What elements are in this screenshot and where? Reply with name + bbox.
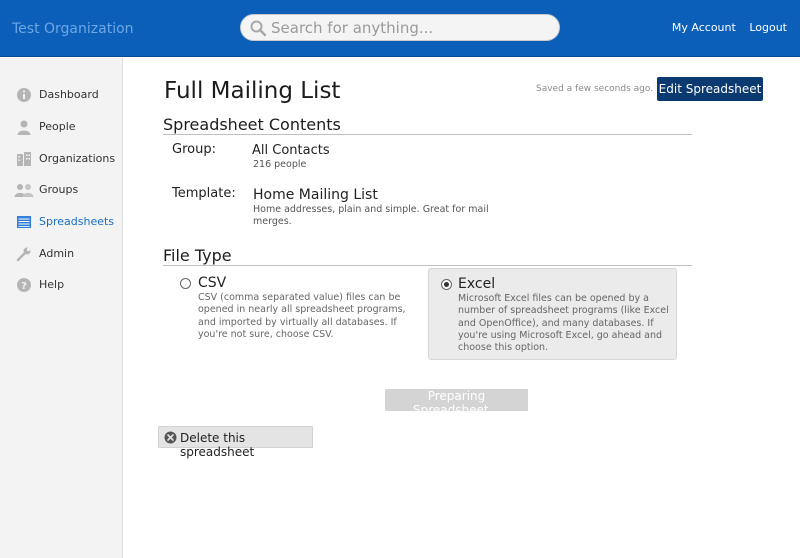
group-value: All Contacts — [252, 143, 330, 158]
logout-link[interactable]: Logout — [749, 21, 787, 34]
sidebar-item-label: Admin — [39, 247, 75, 260]
search-box[interactable] — [240, 14, 560, 41]
excel-option-description: Microsoft Excel files can be opened by a… — [458, 293, 669, 354]
sidebar-item-label: People — [39, 120, 76, 133]
delete-button-label: Delete this spreadsheet — [180, 431, 255, 459]
sidebar: Dashboard People Organizations Groups Sp… — [0, 58, 123, 558]
my-account-link[interactable]: My Account — [672, 21, 736, 34]
delete-icon — [164, 431, 177, 444]
sidebar-item-groups[interactable]: Groups — [0, 178, 123, 204]
info-icon — [17, 88, 31, 102]
sidebar-item-label: Groups — [39, 183, 79, 196]
sidebar-item-label: Organizations — [39, 152, 116, 165]
excel-option-title: Excel — [458, 276, 496, 292]
svg-text:?: ? — [21, 281, 27, 292]
template-value: Home Mailing List — [253, 187, 378, 203]
saved-status: Saved a few seconds ago. — [536, 84, 654, 94]
organization-name[interactable]: Test Organization — [12, 21, 134, 37]
excel-radio[interactable] — [441, 279, 452, 290]
csv-radio[interactable] — [180, 278, 191, 289]
sidebar-item-organizations[interactable]: Organizations — [0, 147, 123, 173]
sidebar-item-help[interactable]: ? Help — [0, 273, 123, 299]
sidebar-item-people[interactable]: People — [0, 115, 123, 141]
search-icon — [250, 20, 267, 37]
sidebar-item-label: Help — [39, 278, 65, 291]
sidebar-item-label: Spreadsheets — [39, 215, 115, 228]
preparing-spreadsheet-button[interactable]: Preparing Spreadsheet... — [385, 389, 528, 417]
csv-option-description: CSV (comma separated value) files can be… — [198, 292, 406, 340]
edit-spreadsheet-button[interactable]: Edit Spreadsheet — [657, 77, 763, 101]
account-links: My Account Logout — [662, 21, 787, 34]
group-label: Group: — [172, 142, 216, 157]
sidebar-item-admin[interactable]: Admin — [0, 242, 123, 268]
wrench-icon — [16, 247, 31, 262]
template-description: Home addresses, plain and simple. Great … — [253, 204, 489, 227]
sidebar-item-dashboard[interactable]: Dashboard — [0, 83, 123, 109]
delete-spreadsheet-button[interactable]: Delete this spreadsheet — [158, 426, 313, 459]
group-icon — [14, 184, 34, 197]
building-icon — [17, 152, 31, 166]
person-icon — [17, 120, 31, 135]
excel-option[interactable]: Excel Microsoft Excel files can be opene… — [428, 268, 677, 360]
spreadsheet-contents-heading: Spreadsheet Contents — [163, 115, 341, 134]
page-title: Full Mailing List — [164, 78, 341, 104]
search-input[interactable] — [271, 17, 551, 38]
file-type-heading: File Type — [163, 246, 232, 265]
help-icon: ? — [17, 278, 31, 292]
divider — [163, 265, 692, 266]
csv-option-title: CSV — [198, 275, 227, 291]
template-label: Template: — [172, 186, 236, 201]
group-count: 216 people — [253, 159, 307, 170]
divider — [163, 134, 692, 135]
sidebar-item-label: Dashboard — [39, 88, 99, 101]
top-bar: Test Organization My Account Logout — [0, 0, 800, 57]
sidebar-item-spreadsheets[interactable]: Spreadsheets — [0, 210, 123, 236]
spreadsheet-icon — [17, 216, 31, 228]
csv-option[interactable]: CSV CSV (comma separated value) files ca… — [172, 268, 422, 356]
